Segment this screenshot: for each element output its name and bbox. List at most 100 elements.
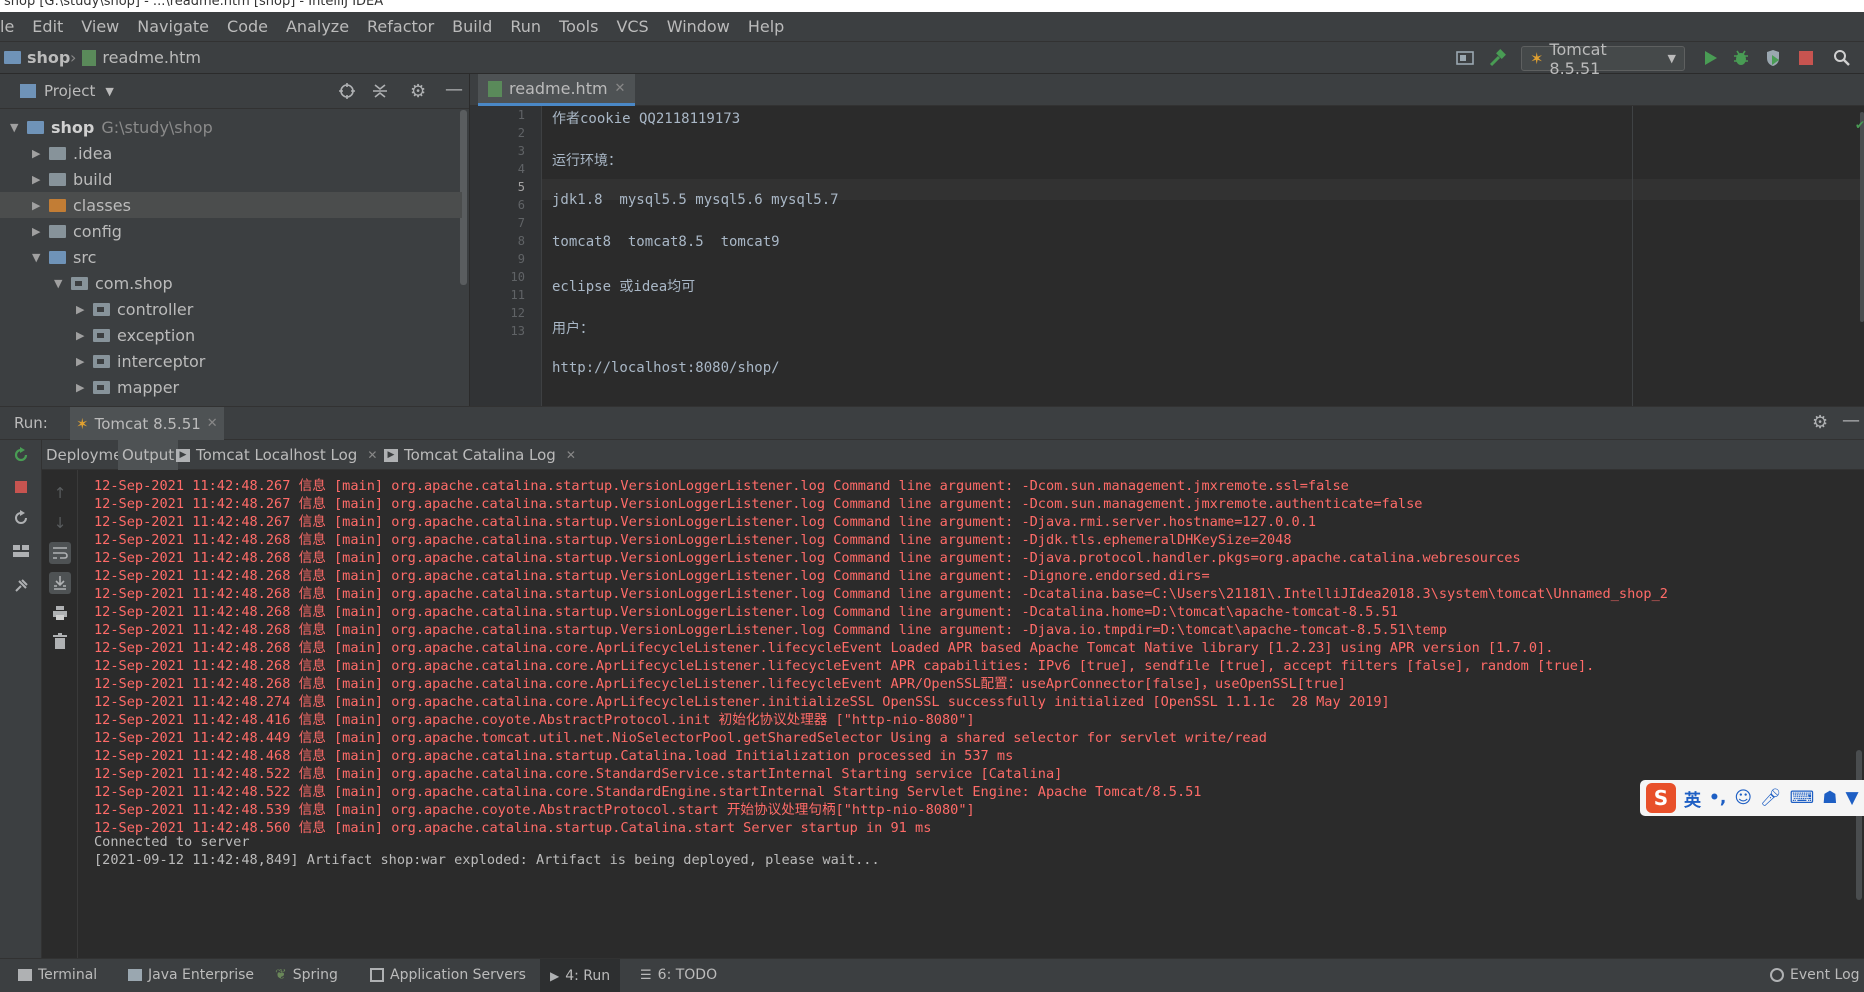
tree-item-src[interactable]: ▼ src bbox=[32, 244, 96, 270]
menu-view[interactable]: View bbox=[72, 17, 128, 36]
list-icon: ☰ bbox=[640, 967, 652, 983]
build-hammer-icon[interactable] bbox=[1487, 48, 1507, 68]
gear-icon[interactable]: ⚙ bbox=[1812, 412, 1828, 433]
collapse-all-icon[interactable] bbox=[372, 82, 388, 104]
tree-item-build[interactable]: ▶ build bbox=[32, 166, 112, 192]
tree-item-shop[interactable]: ▼ shop G:\study\shop bbox=[10, 114, 213, 140]
tree-item-interceptor[interactable]: ▶ interceptor bbox=[76, 348, 205, 374]
arrow-up-icon[interactable]: ↑ bbox=[49, 482, 71, 504]
menu-build[interactable]: Build bbox=[443, 17, 501, 36]
tab-tomcat-localhost-log[interactable]: ▶ Tomcat Localhost Log ✕ bbox=[172, 440, 381, 470]
run-config-tab[interactable]: ✶ Tomcat 8.5.51 ✕ bbox=[70, 407, 224, 440]
tool-window-event-log[interactable]: Event Log bbox=[1770, 967, 1860, 983]
shirt-icon[interactable]: ▼ bbox=[1845, 788, 1858, 808]
tree-item-exception[interactable]: ▶ exception bbox=[76, 322, 195, 348]
chevron-right-icon[interactable]: ▶ bbox=[32, 147, 42, 160]
tree-item-classes[interactable]: ▶ classes bbox=[0, 192, 462, 218]
breadcrumb-project[interactable]: shop bbox=[4, 48, 70, 67]
chevron-right-icon[interactable]: ▶ bbox=[76, 355, 86, 368]
ime-punctuation-label[interactable]: •, bbox=[1709, 788, 1726, 808]
print-icon[interactable] bbox=[49, 602, 71, 624]
trash-icon[interactable] bbox=[49, 630, 71, 652]
close-icon[interactable]: ✕ bbox=[615, 81, 626, 96]
project-panel-title[interactable]: Project bbox=[44, 82, 95, 100]
arrow-down-icon[interactable]: ↓ bbox=[49, 512, 71, 534]
menu-refactor[interactable]: Refactor bbox=[358, 17, 443, 36]
tree-item-mapper[interactable]: ▶ mapper bbox=[76, 374, 179, 400]
console-scrollbar[interactable] bbox=[1856, 750, 1862, 900]
minimize-icon[interactable]: — bbox=[1842, 410, 1860, 431]
editor-scrollbar[interactable] bbox=[1860, 112, 1864, 322]
console-line: 12-Sep-2021 11:42:48.560 信息 [main] org.a… bbox=[94, 820, 932, 836]
close-icon[interactable]: ✕ bbox=[566, 448, 576, 462]
layout-icon[interactable] bbox=[10, 540, 32, 562]
tree-item-config[interactable]: ▶ config bbox=[32, 218, 122, 244]
chevron-down-icon[interactable]: ▼ bbox=[32, 251, 42, 264]
html-file-icon bbox=[82, 49, 97, 66]
chevron-right-icon[interactable]: ▶ bbox=[32, 199, 42, 212]
line-number: 5 bbox=[517, 180, 525, 194]
tab-tomcat-catalina-log[interactable]: ▶ Tomcat Catalina Log ✕ bbox=[380, 440, 580, 470]
chevron-down-icon[interactable]: ▼ bbox=[54, 277, 64, 290]
tool-window-app-servers[interactable]: Application Servers bbox=[370, 967, 526, 983]
close-icon[interactable]: ✕ bbox=[207, 416, 218, 431]
menu-window[interactable]: Window bbox=[658, 17, 739, 36]
line-number: 10 bbox=[510, 270, 525, 284]
chevron-down-icon[interactable]: ▼ bbox=[105, 85, 113, 98]
scroll-to-end-icon[interactable] bbox=[49, 572, 71, 594]
chevron-right-icon[interactable]: ▶ bbox=[32, 173, 42, 186]
module-folder-icon bbox=[27, 120, 44, 134]
menu-code[interactable]: Code bbox=[218, 17, 277, 36]
code-area[interactable]: 作者cookie QQ2118119173 运行环境： jdk1.8 mysql… bbox=[542, 106, 1864, 406]
tree-item-controller[interactable]: ▶ controller bbox=[76, 296, 193, 322]
menu-vcs[interactable]: VCS bbox=[607, 17, 657, 36]
breadcrumb-file[interactable]: › readme.htm bbox=[70, 48, 201, 67]
tool-window-terminal[interactable]: Terminal bbox=[18, 967, 97, 983]
coverage-icon[interactable] bbox=[1763, 48, 1783, 68]
menu-help[interactable]: Help bbox=[739, 17, 793, 36]
debug-icon[interactable] bbox=[1731, 48, 1751, 68]
keyboard-icon[interactable]: ⌨ bbox=[1790, 788, 1815, 808]
search-everywhere-icon[interactable] bbox=[1832, 48, 1852, 68]
minimize-icon[interactable]: — bbox=[445, 79, 463, 100]
update-app-icon[interactable] bbox=[10, 507, 32, 529]
menu-file[interactable]: le bbox=[0, 17, 23, 36]
tool-window-run[interactable]: ▶ 4: Run bbox=[540, 959, 621, 992]
menu-navigate[interactable]: Navigate bbox=[128, 17, 218, 36]
menu-analyze[interactable]: Analyze bbox=[277, 17, 358, 36]
run-configuration-select[interactable]: ✶ Tomcat 8.5.51 ▼ bbox=[1521, 40, 1685, 78]
menu-edit[interactable]: Edit bbox=[23, 17, 72, 36]
microphone-icon[interactable]: 🎤︎ bbox=[1760, 788, 1782, 808]
ime-mode-label[interactable]: 英 bbox=[1684, 786, 1701, 811]
tree-item-com-shop[interactable]: ▼ com.shop bbox=[54, 270, 173, 296]
menu-tools[interactable]: Tools bbox=[550, 17, 607, 36]
ime-toolbar[interactable]: S 英 •, ☺ 🎤︎ ⌨ ☗ ▼ bbox=[1640, 780, 1864, 816]
tool-window-java-enterprise[interactable]: Java Enterprise bbox=[128, 967, 254, 983]
tool-window-spring[interactable]: ❦ Spring bbox=[275, 967, 338, 983]
emoji-icon[interactable]: ☺ bbox=[1734, 788, 1752, 808]
stop-icon[interactable] bbox=[10, 476, 32, 498]
chevron-down-icon[interactable]: ▼ bbox=[10, 121, 20, 134]
user-icon[interactable]: ☗ bbox=[1822, 788, 1837, 808]
soft-wrap-icon[interactable] bbox=[49, 542, 71, 564]
editor-tab-readme[interactable]: readme.htm ✕ bbox=[478, 74, 636, 106]
chevron-right-icon[interactable]: ▶ bbox=[76, 381, 86, 394]
chevron-right-icon[interactable]: ▶ bbox=[76, 329, 86, 342]
tool-window-label: Application Servers bbox=[390, 967, 526, 983]
pin-icon[interactable] bbox=[10, 575, 32, 597]
menu-run[interactable]: Run bbox=[501, 17, 550, 36]
close-icon[interactable]: ✕ bbox=[367, 448, 377, 462]
locate-icon[interactable] bbox=[338, 82, 356, 104]
chevron-right-icon[interactable]: ▶ bbox=[32, 225, 42, 238]
line-number: 4 bbox=[517, 162, 525, 176]
tree-item-idea[interactable]: ▶ .idea bbox=[32, 140, 112, 166]
tab-output[interactable]: Output bbox=[118, 440, 179, 470]
run-icon[interactable] bbox=[1700, 48, 1720, 68]
gear-icon[interactable]: ⚙ bbox=[410, 81, 426, 102]
project-structure-icon[interactable] bbox=[1455, 48, 1475, 68]
chevron-right-icon[interactable]: ▶ bbox=[76, 303, 86, 316]
rerun-icon[interactable] bbox=[10, 444, 32, 466]
stop-icon[interactable] bbox=[1796, 48, 1816, 68]
tool-window-todo[interactable]: ☰ 6: TODO bbox=[640, 967, 717, 983]
console-output[interactable]: 12-Sep-2021 11:42:48.267 信息 [main] org.a… bbox=[80, 470, 1864, 958]
